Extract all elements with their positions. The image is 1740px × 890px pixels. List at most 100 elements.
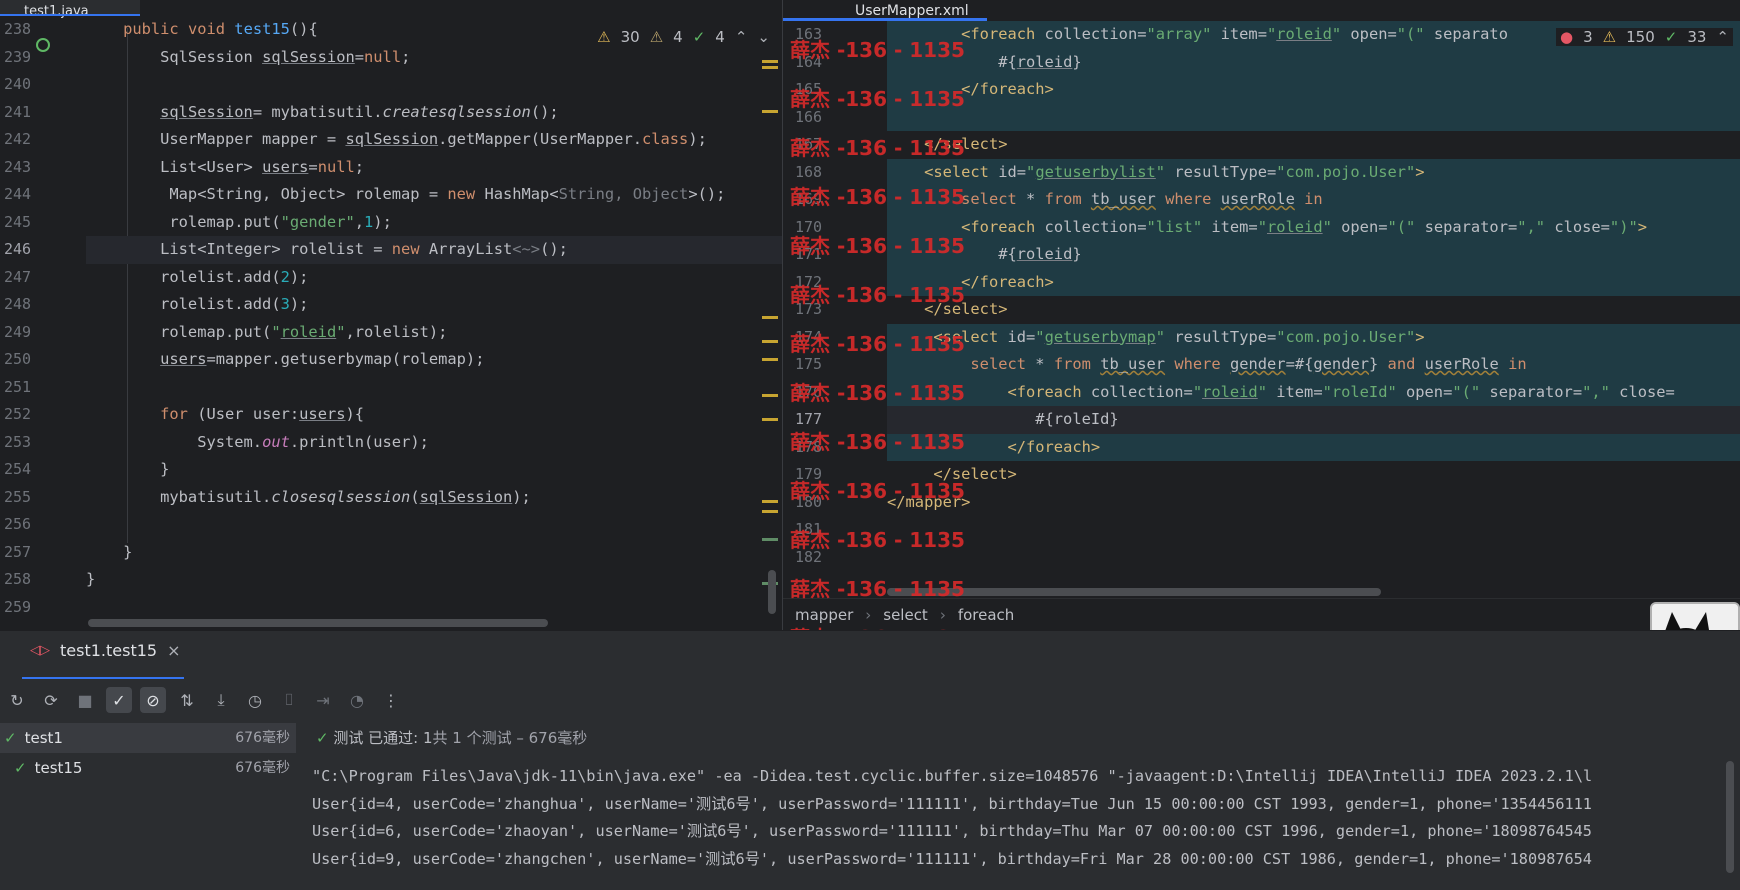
code-area[interactable]: public void test15(){ SqlSession sqlSess… [86,16,782,621]
warning-count: 150 [1626,28,1655,46]
code-line[interactable]: </select> [887,131,1740,159]
code-line[interactable]: </foreach> [887,76,1740,104]
code-line[interactable]: #{roleid} [887,241,1740,269]
error-stripe-marker[interactable] [762,418,778,421]
code-line[interactable]: } [86,566,782,594]
code-line[interactable] [86,374,782,402]
close-icon[interactable]: × [167,641,180,660]
code-line[interactable] [887,544,1740,572]
rerun-failed-icon[interactable]: ⟳ [38,687,64,713]
code-line[interactable] [86,71,782,99]
vertical-scrollbar[interactable] [768,570,776,614]
import-icon[interactable]: ⇥ [310,687,336,713]
code-line[interactable]: } [86,456,782,484]
code-line[interactable]: select * from tb_user where gender=#{gen… [887,351,1740,379]
horizontal-scrollbar[interactable] [88,619,548,627]
history-icon[interactable]: ◷ [242,687,268,713]
error-stripe-marker[interactable] [762,358,778,361]
console-line: User{id=4, userCode='zhanghua', userName… [312,794,1592,813]
run-tool-window[interactable]: ◁▷ test1.test15 × ↻ ⟳ ■ ✓ ⊘ ⇅ ⤓ ◷ ⌷ ⇥ ◔ … [0,630,1740,890]
show-passed-toggle[interactable]: ✓ [106,687,132,713]
code-line[interactable]: <foreach collection="list" item="roleid"… [887,213,1740,241]
line-number: 244 [4,185,32,203]
code-area[interactable]: <foreach collection="array" item="roleid… [887,21,1740,571]
change-stripe-marker[interactable] [762,538,778,541]
code-line[interactable]: UserMapper mapper = sqlSession.getMapper… [86,126,782,154]
editor-tab-usermapper-xml[interactable]: UserMapper.xml [785,0,989,19]
vertical-scrollbar[interactable] [1726,761,1734,873]
code-line[interactable]: } [86,539,782,567]
chevron-up-icon[interactable]: ⌃ [1716,28,1729,46]
camera-icon[interactable]: ⌷ [276,687,302,713]
error-stripe-marker[interactable] [762,316,778,319]
code-line[interactable]: </select> [887,296,1740,324]
rerun-icon[interactable]: ↻ [4,687,30,713]
tree-item-test15[interactable]: ✓ test15 676毫秒 [0,753,296,783]
code-line[interactable]: rolelist.add(3); [86,291,782,319]
code-line[interactable]: rolelist.add(2); [86,264,782,292]
error-stripe-marker[interactable] [762,340,778,343]
code-line[interactable] [86,594,782,622]
code-line[interactable]: #{roleId} [887,406,1740,434]
error-stripe-marker[interactable] [762,110,778,113]
error-stripe-marker[interactable] [762,500,778,503]
stop-icon[interactable]: ■ [72,687,98,713]
error-stripe-marker[interactable] [762,60,778,63]
coverage-icon[interactable]: ◔ [344,687,370,713]
code-line[interactable]: select * from tb_user where userRole in [887,186,1740,214]
tree-item-label: test1 [24,729,63,747]
chevron-down-icon[interactable]: ⌄ [757,28,770,46]
line-number: 251 [4,377,32,396]
run-tab[interactable]: ◁▷ test1.test15 × [30,641,180,660]
error-icon: ● [1560,28,1574,46]
code-line[interactable]: <foreach collection="roleid" item="roleI… [887,378,1740,406]
code-line[interactable]: #{roleid} [887,48,1740,76]
code-line[interactable]: sqlSession= mybatisutil.createsqlsession… [86,99,782,127]
inspection-widget[interactable]: ⚠ 30 ⚠ 4 ✓ 4 ⌃ ⌄ [597,28,770,46]
test-tree[interactable]: ✓ test1 676毫秒 ✓ test15 676毫秒 [0,723,296,890]
sort-icon[interactable]: ⇅ [174,687,200,713]
code-line[interactable]: <select id="getuserbylist" resultType="c… [887,158,1740,186]
inspection-widget[interactable]: ● 3 ⚠ 150 ✓ 33 ⌃ [1556,28,1733,46]
code-line[interactable]: <select id="getuserbymap" resultType="co… [887,323,1740,351]
run-test-icon[interactable] [36,38,50,52]
code-line[interactable]: </foreach> [887,268,1740,296]
code-line[interactable]: List<User> users=null; [86,154,782,182]
breadcrumb-foreach[interactable]: foreach [958,606,1014,624]
code-line[interactable]: for (User user:users){ [86,401,782,429]
code-line[interactable] [887,516,1740,544]
watermark-text: 薛杰 -136 - 1135 [790,577,965,601]
chevron-up-icon[interactable]: ⌃ [735,28,748,46]
error-stripe-marker[interactable] [762,510,778,513]
code-line[interactable] [887,103,1740,131]
line-number-gutter[interactable]: 238 239 240 241 242 243 244 245 246 247 248 249 250 2… [0,16,80,621]
check-icon: ✓ [4,729,17,747]
code-line[interactable]: rolemap.put("roleid",rolelist); [86,319,782,347]
error-stripe-marker[interactable] [762,394,778,397]
show-ignored-toggle[interactable]: ⊘ [140,687,166,713]
code-line[interactable]: System.out.println(user); [86,429,782,457]
code-line[interactable]: users=mapper.getuserbymap(rolemap); [86,346,782,374]
code-line[interactable]: </foreach> [887,433,1740,461]
code-line[interactable]: rolemap.put("gender",1); [86,209,782,237]
collapse-icon[interactable]: ⤓ [208,687,234,713]
code-line[interactable]: List<Integer> rolelist = new ArrayList<~… [86,236,782,264]
line-number: 255 [4,487,32,506]
code-line[interactable]: </select> [887,461,1740,489]
ok-count: 4 [715,28,725,46]
tree-item-test1[interactable]: ✓ test1 676毫秒 [0,723,296,753]
error-stripe-marker[interactable] [762,66,778,69]
code-line[interactable]: mybatisutil.closesqlsession(sqlSession); [86,484,782,512]
code-line[interactable]: Map<String, Object> rolemap = new HashMa… [86,181,782,209]
code-line[interactable]: SqlSession sqlSession=null; [86,44,782,72]
java-editor[interactable]: test1.java 238 239 240 241 242 243 244 245 246 24… [0,0,782,630]
more-options-icon[interactable]: ⋮ [378,687,404,713]
run-config-icon: ◁▷ [30,643,50,658]
line-number: 252 [4,405,32,423]
console-output[interactable]: "C:\Program Files\Java\jdk-11\bin\java.e… [312,763,1720,873]
code-line[interactable]: </mapper> [887,489,1740,517]
status-summary: 共 1 个测试 – 676毫秒 [432,729,588,747]
console-line: "C:\Program Files\Java\jdk-11\bin\java.e… [312,767,1593,785]
code-line[interactable] [86,511,782,539]
line-number: 248 [4,295,32,313]
